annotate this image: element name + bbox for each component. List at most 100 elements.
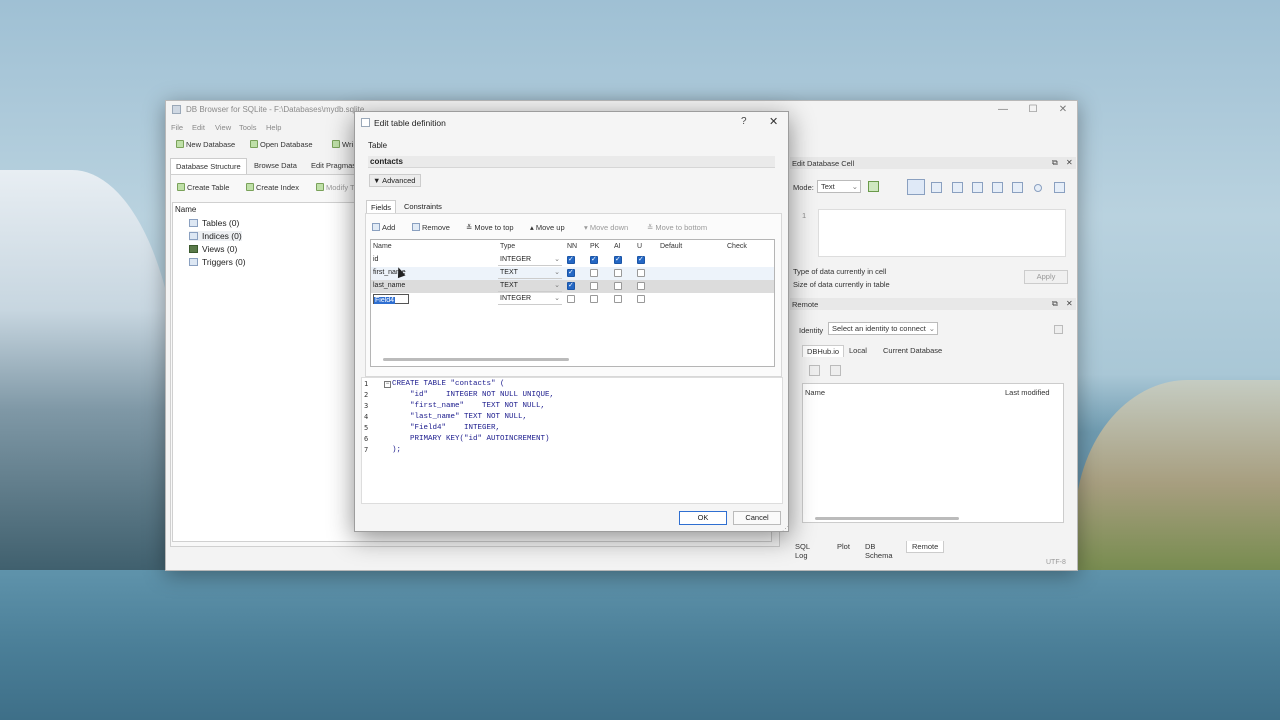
- help-button[interactable]: ?: [741, 116, 747, 127]
- advanced-toggle[interactable]: ▼ Advanced: [369, 174, 421, 187]
- field-type-select[interactable]: TEXT ⌄: [498, 281, 562, 292]
- menu-view[interactable]: View: [215, 123, 231, 132]
- create-table-button[interactable]: Create Table: [177, 183, 229, 192]
- col-check: Check: [727, 243, 747, 250]
- write-changes-button[interactable]: Wri: [332, 140, 353, 149]
- close-panel-icon[interactable]: ✕: [1066, 158, 1073, 167]
- remote-list: Name Last modified: [802, 383, 1064, 523]
- auto-switch-icon[interactable]: [868, 181, 879, 192]
- tree-item-tables[interactable]: Tables (0): [189, 218, 239, 228]
- add-field-button[interactable]: Add: [372, 223, 395, 232]
- nn-checkbox[interactable]: [567, 281, 575, 290]
- resize-grip-icon[interactable]: ⋰: [782, 525, 789, 533]
- pk-checkbox[interactable]: [590, 282, 598, 290]
- move-down-button[interactable]: ▾ Move down: [584, 223, 628, 232]
- chevron-down-icon: ⌄: [928, 324, 935, 333]
- u-checkbox[interactable]: [637, 295, 645, 303]
- u-checkbox[interactable]: [637, 269, 645, 277]
- tree-item-indices[interactable]: Indices (0): [189, 231, 242, 241]
- remote-float-icon[interactable]: ⧉: [1052, 299, 1058, 309]
- ai-checkbox[interactable]: [614, 295, 622, 303]
- close-button[interactable]: ✕: [1048, 103, 1078, 117]
- tab-current-database[interactable]: Current Database: [879, 345, 946, 356]
- move-top-button[interactable]: ≚ Move to top: [466, 223, 514, 232]
- u-checkbox[interactable]: [637, 255, 645, 264]
- tab-local[interactable]: Local: [845, 345, 871, 356]
- menu-edit[interactable]: Edit: [192, 123, 205, 132]
- fold-minus-icon[interactable]: −: [384, 381, 391, 388]
- tab-fields[interactable]: Fields: [366, 200, 397, 214]
- field-row-id[interactable]: id INTEGER ⌄: [371, 254, 774, 267]
- ai-checkbox[interactable]: [614, 269, 622, 277]
- nn-checkbox[interactable]: [567, 295, 575, 303]
- refresh-icon[interactable]: [809, 365, 820, 376]
- sql-line: CREATE TABLE "contacts" (: [392, 380, 505, 388]
- menu-tools[interactable]: Tools: [239, 123, 257, 132]
- nn-checkbox[interactable]: [567, 255, 575, 264]
- identity-manage-icon[interactable]: [1054, 325, 1063, 334]
- minimize-button[interactable]: —: [988, 103, 1018, 117]
- print-icon[interactable]: [1054, 182, 1065, 193]
- dialog-close-button[interactable]: ✕: [769, 115, 778, 128]
- move-bottom-button[interactable]: ≚ Move to bottom: [647, 223, 707, 232]
- mode-select[interactable]: Text ⌄: [817, 180, 861, 193]
- open-database-button[interactable]: Open Database: [250, 140, 313, 149]
- tab-database-structure[interactable]: Database Structure: [170, 158, 247, 174]
- field-type-select[interactable]: INTEGER ⌄: [498, 294, 562, 305]
- fields-horizontal-scrollbar[interactable]: [383, 358, 569, 361]
- text-mode-icon[interactable]: [907, 179, 925, 195]
- field-row-last-name[interactable]: last_name TEXT ⌄: [371, 280, 774, 293]
- tab-edit-pragmas[interactable]: Edit Pragmas: [306, 158, 361, 174]
- table-name-input[interactable]: contacts: [368, 156, 775, 168]
- tab-sql-log[interactable]: SQL Log: [790, 541, 815, 561]
- remote-close-icon[interactable]: ✕: [1066, 299, 1073, 308]
- copy-icon[interactable]: [1012, 182, 1023, 193]
- remove-field-button[interactable]: Remove: [412, 223, 450, 232]
- tab-db-schema[interactable]: DB Schema: [860, 541, 898, 561]
- menu-help[interactable]: Help: [266, 123, 281, 132]
- modify-table-button[interactable]: Modify Ta: [316, 183, 358, 192]
- menu-file[interactable]: File: [171, 123, 183, 132]
- tab-dbhub[interactable]: DBHub.io: [802, 345, 845, 357]
- dialog-title: Edit table definition: [374, 118, 446, 128]
- ok-button[interactable]: OK: [679, 511, 727, 525]
- set-null-icon[interactable]: [992, 182, 1003, 193]
- field-type-select[interactable]: TEXT ⌄: [498, 268, 562, 279]
- export-icon[interactable]: [972, 182, 983, 193]
- pk-checkbox[interactable]: [590, 269, 598, 277]
- clone-icon[interactable]: [830, 365, 841, 376]
- ai-checkbox[interactable]: [614, 255, 622, 264]
- identity-select[interactable]: Select an identity to connect ⌄: [828, 322, 938, 335]
- field-row-first-name[interactable]: first_name TEXT ⌄: [371, 267, 774, 280]
- ai-checkbox[interactable]: [614, 282, 622, 290]
- nn-checkbox[interactable]: [567, 268, 575, 277]
- apply-button[interactable]: Apply: [1024, 270, 1068, 284]
- import-icon[interactable]: [952, 182, 963, 193]
- tree-item-views[interactable]: Views (0): [189, 244, 237, 254]
- field-row-field4[interactable]: Field4 INTEGER ⌄: [371, 293, 774, 306]
- u-checkbox[interactable]: [637, 282, 645, 290]
- pk-checkbox[interactable]: [590, 295, 598, 303]
- new-database-button[interactable]: New Database: [176, 140, 235, 149]
- field-name-editor[interactable]: Field4: [373, 294, 409, 304]
- sql-line: PRIMARY KEY("id" AUTOINCREMENT): [392, 435, 550, 443]
- cancel-button[interactable]: Cancel: [733, 511, 781, 525]
- tree-item-triggers[interactable]: Triggers (0): [189, 257, 246, 267]
- tab-plot[interactable]: Plot: [832, 541, 855, 552]
- maximize-button[interactable]: ☐: [1018, 103, 1048, 117]
- float-panel-icon[interactable]: ⧉: [1052, 158, 1058, 168]
- field-name-cell[interactable]: id: [373, 256, 378, 263]
- tab-constraints[interactable]: Constraints: [400, 200, 446, 213]
- record-icon[interactable]: [1034, 184, 1042, 192]
- cell-editor[interactable]: [818, 209, 1066, 257]
- field-name-cell[interactable]: last_name: [373, 282, 405, 289]
- remote-scrollbar[interactable]: [815, 517, 959, 520]
- word-wrap-icon[interactable]: [931, 182, 942, 193]
- create-index-button[interactable]: Create Index: [246, 183, 299, 192]
- field-type-select[interactable]: INTEGER ⌄: [498, 255, 562, 266]
- pk-checkbox[interactable]: [590, 255, 598, 264]
- trigger-icon: [189, 258, 198, 266]
- move-up-button[interactable]: ▴ Move up: [530, 223, 565, 232]
- tab-remote[interactable]: Remote: [906, 541, 945, 553]
- tab-browse-data[interactable]: Browse Data: [249, 158, 302, 174]
